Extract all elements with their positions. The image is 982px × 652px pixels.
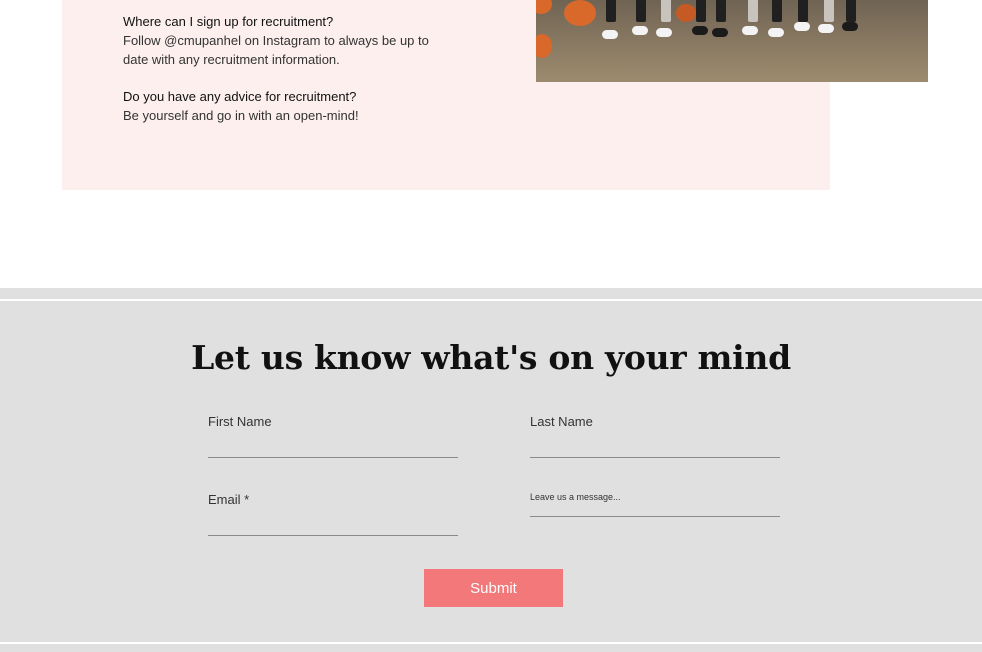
message-textarea[interactable] — [530, 492, 780, 517]
group-photo — [536, 0, 928, 82]
first-name-input[interactable] — [208, 437, 458, 458]
faq-question: Do you have any advice for recruitment? — [123, 89, 357, 104]
message-field-group — [530, 492, 780, 517]
contact-section: Let us know what's on your mind First Na… — [0, 288, 982, 652]
contact-heading: Let us know what's on your mind — [191, 338, 791, 377]
email-field-group: Email * — [208, 492, 458, 536]
email-label: Email * — [208, 492, 250, 507]
last-name-field-group: Last Name — [530, 414, 780, 458]
first-name-label: First Name — [208, 414, 272, 429]
faq-answer: Follow @cmupanhel on Instagram to always… — [123, 33, 429, 67]
submit-button[interactable]: Submit — [424, 569, 563, 607]
faq-list: Where can I sign up for recruitment? Fol… — [123, 12, 453, 125]
email-input[interactable] — [208, 515, 458, 536]
faq-question: Where can I sign up for recruitment? — [123, 14, 334, 29]
last-name-input[interactable] — [530, 437, 780, 458]
first-name-field-group: First Name — [208, 414, 458, 458]
last-name-label: Last Name — [530, 414, 593, 429]
section-divider — [0, 642, 982, 644]
section-divider — [0, 299, 982, 301]
faq-answer: Be yourself and go in with an open-mind! — [123, 108, 359, 123]
